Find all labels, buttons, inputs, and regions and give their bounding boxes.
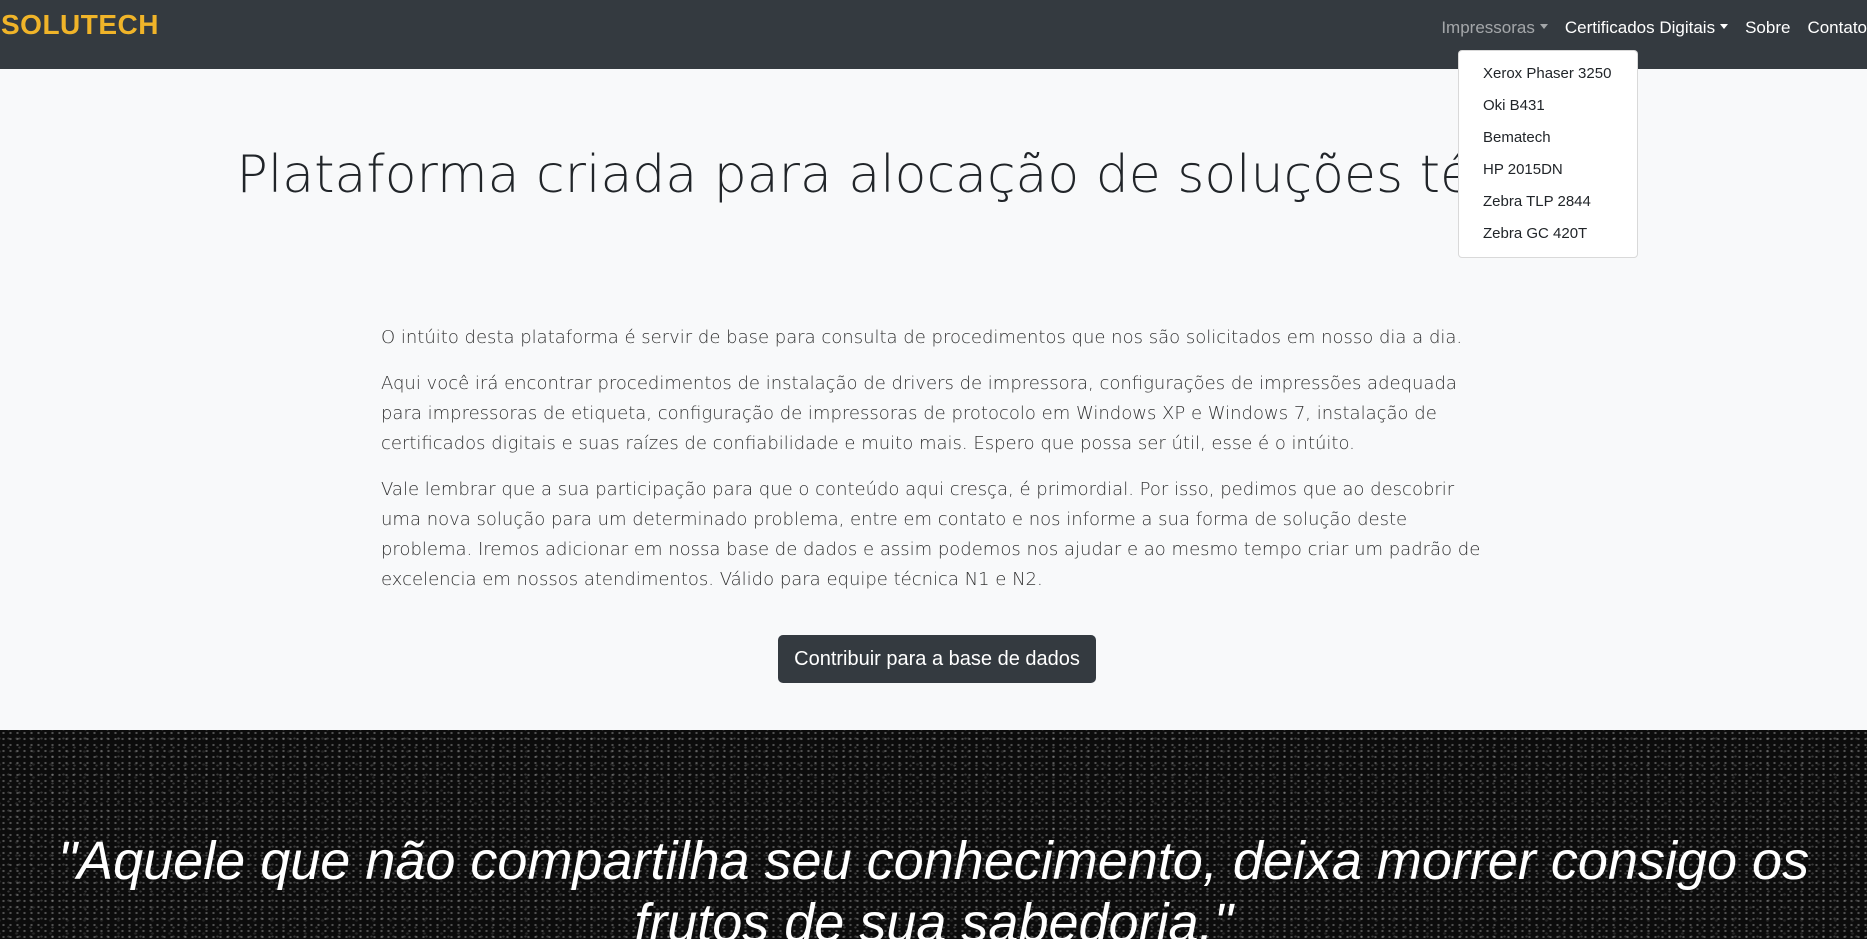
dropdown-item-hp-2015dn[interactable]: HP 2015DN — [1459, 154, 1637, 186]
description-paragraph: Aqui você irá encontrar procedimentos de… — [381, 373, 1457, 454]
nav-certificates-dropdown[interactable]: Certificados Digitais — [1564, 18, 1729, 38]
dropdown-item-xerox-phaser-3250[interactable]: Xerox Phaser 3250 — [1459, 58, 1637, 90]
contribute-button[interactable]: Contribuir para a base de dados — [778, 635, 1096, 683]
nav-certificates-label: Certificados Digitais — [1564, 18, 1716, 37]
quote-text: "Aquele que não compartilha seu conhecim… — [57, 831, 1810, 939]
dropdown-item-zebra-tlp-2844[interactable]: Zebra TLP 2844 — [1459, 186, 1637, 218]
dropdown-item-oki-b431[interactable]: Oki B431 — [1459, 90, 1637, 122]
quote-banner: "Aquele que não compartilha seu conhecim… — [0, 730, 1867, 939]
caret-down-icon — [1539, 23, 1548, 29]
nav-printers-label: Impressoras — [1441, 18, 1535, 37]
nav-about-link[interactable]: Sobre — [1745, 18, 1790, 38]
dropdown-item-zebra-gc-420t[interactable]: Zebra GC 420T — [1459, 218, 1637, 250]
intro-paragraph: O intúito desta plataforma é servir de b… — [381, 327, 1463, 348]
dropdown-item-bematech[interactable]: Bematech — [1459, 122, 1637, 154]
contribution-paragraph: Vale lembrar que a sua participação para… — [381, 479, 1481, 590]
caret-down-icon — [1720, 23, 1729, 29]
nav-contact-link[interactable]: Contato — [1807, 18, 1867, 38]
brand-logo[interactable]: SOLUTECH — [1, 9, 159, 41]
nav-menu: Impressoras Certificados Digitais Sobre … — [1441, 18, 1867, 38]
nav-printers-dropdown[interactable]: Impressoras — [1441, 18, 1548, 38]
printers-dropdown-menu: Xerox Phaser 3250 Oki B431 Bematech HP 2… — [1458, 50, 1638, 258]
